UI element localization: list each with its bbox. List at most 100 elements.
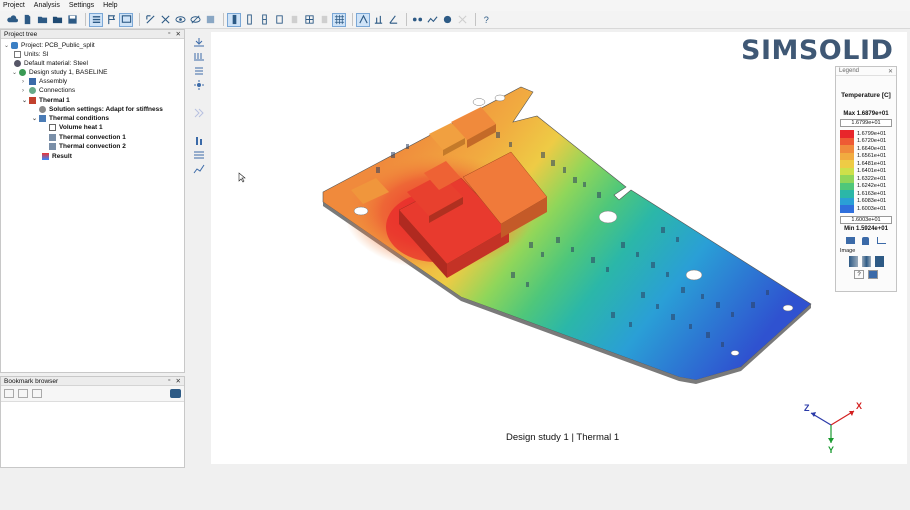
convection-icon (49, 143, 56, 150)
transparency-icon[interactable] (204, 14, 216, 26)
image-option-icon[interactable] (848, 255, 858, 267)
results-plot-icon[interactable] (192, 135, 205, 146)
angle-icon[interactable] (387, 14, 399, 26)
heat-flux-icon[interactable] (192, 51, 205, 62)
disabled-flow-icon (192, 107, 205, 118)
tree-item-material[interactable]: Default material: Steel (14, 59, 88, 68)
lock-icon[interactable] (862, 236, 870, 245)
material-icon (14, 60, 21, 67)
float-icon[interactable]: ▫ (168, 30, 170, 38)
volume-heat-icon (49, 124, 56, 131)
open-folder-icon[interactable] (36, 14, 48, 26)
project-tree-panel: Project tree ▫ ✕ ⌄ Project: PCB_Public_spl… (0, 29, 185, 373)
view-icon[interactable] (174, 14, 186, 26)
tree-item-project[interactable]: ⌄ Project: PCB_Public_split (4, 41, 95, 50)
legend-entry: 1.6481e+01 (840, 160, 892, 168)
model-viewport[interactable]: SIMSOLID Legend ✕ Temperature [C] Max 1.… (211, 32, 907, 464)
legend-swatch (840, 190, 854, 198)
image-option-icon[interactable] (874, 255, 884, 267)
project-icon (11, 42, 18, 49)
legend-entry: 1.6640e+01 (840, 145, 892, 153)
bookmark-copy-icon[interactable] (4, 389, 14, 398)
mount-hole (472, 98, 486, 106)
graph-icon[interactable] (877, 236, 887, 244)
tree-item-convection-2[interactable]: Thermal convection 2 (49, 142, 126, 151)
menu-analysis[interactable]: Analysis (34, 2, 60, 9)
tree-item-design-study[interactable]: ⌄ Design study 1, BASELINE (12, 68, 107, 77)
bolts-icon[interactable] (441, 14, 453, 26)
legend-swatch (840, 137, 854, 145)
legend-scale: 1.6799e+01 1.6720e+01 1.6640e+01 1.6561e+01… (840, 130, 892, 213)
bookmark-toolbar (1, 386, 184, 402)
convection-tool-icon[interactable] (192, 65, 205, 76)
convection-icon (49, 134, 56, 141)
close-icon[interactable]: ✕ (176, 377, 181, 385)
menu-help[interactable]: Help (103, 2, 117, 9)
axis-z-label: Z (804, 403, 810, 413)
measure-icon[interactable] (356, 12, 370, 27)
mesh-icon[interactable] (332, 12, 346, 27)
legend-help-icon[interactable]: ? (854, 269, 864, 279)
menu-project[interactable]: Project (3, 2, 25, 9)
legend-entry: 1.6242e+01 (840, 182, 892, 190)
display-icon[interactable] (119, 12, 133, 27)
save-icon[interactable] (66, 14, 78, 26)
axis-triad[interactable]: X Z Y (796, 397, 866, 457)
tree-item-thermal[interactable]: ⌄ Thermal 1 (22, 96, 70, 105)
section-z-icon[interactable] (273, 14, 285, 26)
legend-bottom-input[interactable]: 1.6003e+01 (840, 215, 892, 224)
legend-entry: 1.6003e+01 (840, 205, 892, 213)
project-tree-title: Project tree (4, 30, 38, 38)
ruler-icon[interactable] (845, 236, 855, 244)
legend-pin-icon[interactable] (868, 269, 878, 279)
legend-swatch (840, 167, 854, 175)
menu-settings[interactable]: Settings (69, 2, 94, 9)
section-x-icon[interactable] (243, 14, 255, 26)
svg-text:?: ? (483, 15, 488, 25)
legend-min: Min 1.5924e+01 (844, 225, 888, 232)
hide-icon[interactable] (189, 14, 201, 26)
axis-x-label: X (856, 401, 862, 411)
radiation-icon[interactable] (192, 79, 205, 90)
contacts-icon[interactable] (426, 14, 438, 26)
help-icon[interactable]: ? (480, 14, 492, 26)
list-icon[interactable] (89, 12, 103, 27)
section-icon[interactable] (227, 12, 241, 27)
mount-hole (353, 206, 369, 216)
float-icon[interactable]: ▫ (168, 377, 170, 385)
legend-entry-label: 1.6163e+01 (857, 190, 887, 197)
legend-entry-label: 1.6481e+01 (857, 160, 887, 167)
tree-item-convection-1[interactable]: Thermal convection 1 (49, 133, 126, 142)
flag-icon[interactable] (105, 14, 117, 26)
section-y-icon[interactable] (258, 14, 270, 26)
tree-item-thermal-conditions[interactable]: ⌄ Thermal conditions (32, 114, 109, 123)
axis-y-label: Y (828, 445, 834, 455)
menu-bar: Project Analysis Settings Help (0, 0, 910, 11)
tree-item-solution-settings[interactable]: Solution settings: Adapt for stiffness (39, 105, 163, 114)
tree-item-assembly[interactable]: › Assembly (22, 77, 67, 86)
legend-close-icon[interactable]: ✕ (888, 68, 893, 75)
bookmark-add-icon[interactable] (18, 389, 28, 398)
bookmark-delete-icon[interactable] (32, 389, 42, 398)
image-option-icon[interactable] (861, 255, 871, 267)
select-part-icon[interactable] (144, 14, 156, 26)
grid-tool-icon[interactable] (303, 14, 315, 26)
legend-top-input[interactable]: 1.6799e+01 (840, 119, 892, 127)
chart-icon[interactable] (192, 163, 205, 174)
camera-icon[interactable] (170, 389, 181, 398)
close-icon[interactable]: ✕ (176, 30, 181, 38)
probe-icon[interactable] (372, 14, 384, 26)
settings-icon (39, 106, 46, 113)
load-icon[interactable] (192, 37, 205, 48)
tree-item-volume-heat[interactable]: Volume heat 1 (49, 123, 103, 132)
connections-icon[interactable] (411, 14, 423, 26)
tree-item-connections[interactable]: › Connections (22, 86, 75, 95)
results-list-icon[interactable] (192, 149, 205, 160)
explode-icon[interactable] (159, 14, 171, 26)
legend-entry: 1.6799e+01 (840, 130, 892, 138)
tree-item-result[interactable]: Result (42, 152, 72, 161)
new-file-icon[interactable] (21, 14, 33, 26)
folder-icon[interactable] (51, 14, 63, 26)
tree-item-units[interactable]: Units: SI (14, 50, 49, 59)
cloud-icon[interactable] (6, 14, 18, 26)
